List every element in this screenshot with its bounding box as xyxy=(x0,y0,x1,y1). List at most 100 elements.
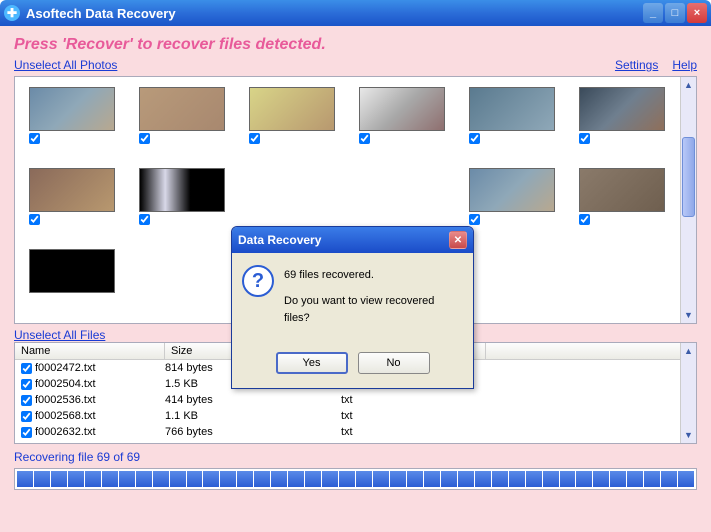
app-icon: ✚ xyxy=(4,5,20,21)
maximize-button[interactable]: □ xyxy=(665,3,685,23)
progress-segment xyxy=(560,471,576,487)
file-name: f0002568.txt xyxy=(35,410,96,422)
scrollbar-thumb[interactable] xyxy=(682,137,695,217)
photo-item[interactable] xyxy=(579,87,665,144)
status-text: Recovering file 69 of 69 xyxy=(14,450,697,464)
photo-checkbox[interactable] xyxy=(359,133,370,144)
file-checkbox[interactable] xyxy=(21,363,32,374)
progress-segment xyxy=(170,471,186,487)
photo-item[interactable] xyxy=(469,87,555,144)
dialog-content: ? 69 files recovered. Do you want to vie… xyxy=(242,265,463,336)
photo-checkbox[interactable] xyxy=(579,214,590,225)
file-checkbox[interactable] xyxy=(21,379,32,390)
photo-item[interactable] xyxy=(469,168,555,225)
progress-bar xyxy=(14,468,697,490)
photo-item[interactable] xyxy=(359,87,445,144)
progress-segment xyxy=(576,471,592,487)
photo-thumbnail xyxy=(29,168,115,212)
file-checkbox[interactable] xyxy=(21,427,32,438)
scroll-up-icon[interactable]: ▲ xyxy=(681,77,696,93)
photo-thumbnail xyxy=(139,87,225,131)
help-link[interactable]: Help xyxy=(672,58,697,72)
progress-segment xyxy=(526,471,542,487)
file-ext: txt xyxy=(341,410,486,422)
topbar: Unselect All Photos Settings Help xyxy=(14,58,697,72)
progress-segment xyxy=(509,471,525,487)
table-row[interactable]: f0002568.txt1.1 KBtxt xyxy=(15,408,696,424)
photo-item[interactable] xyxy=(579,168,665,225)
photo-checkbox[interactable] xyxy=(29,133,40,144)
progress-segment xyxy=(119,471,135,487)
progress-segment xyxy=(288,471,304,487)
progress-segment xyxy=(237,471,253,487)
file-name: f0002632.txt xyxy=(35,426,96,438)
file-name: f0002536.txt xyxy=(35,394,96,406)
column-header-blank xyxy=(486,343,696,359)
photo-thumbnail xyxy=(359,87,445,131)
topbar-right: Settings Help xyxy=(615,58,697,72)
photo-checkbox[interactable] xyxy=(469,133,480,144)
photo-item[interactable] xyxy=(139,168,225,225)
photo-thumbnail xyxy=(579,168,665,212)
photo-checkbox[interactable] xyxy=(249,133,260,144)
unselect-all-files-link[interactable]: Unselect All Files xyxy=(14,328,105,342)
progress-segment xyxy=(34,471,50,487)
progress-segment xyxy=(492,471,508,487)
photo-checkbox[interactable] xyxy=(139,214,150,225)
progress-segment xyxy=(220,471,236,487)
progress-segment xyxy=(322,471,338,487)
window-close-button[interactable]: × xyxy=(687,3,707,23)
scroll-up-icon[interactable]: ▲ xyxy=(681,343,696,359)
photo-checkbox[interactable] xyxy=(579,133,590,144)
progress-segment xyxy=(593,471,609,487)
file-checkbox[interactable] xyxy=(21,411,32,422)
progress-segment xyxy=(610,471,626,487)
progress-segment xyxy=(254,471,270,487)
progress-segment xyxy=(373,471,389,487)
progress-segment xyxy=(644,471,660,487)
photo-thumbnail xyxy=(29,249,115,293)
photo-item[interactable] xyxy=(29,87,115,144)
scroll-down-icon[interactable]: ▼ xyxy=(681,427,696,443)
table-row[interactable]: f0002632.txt766 bytestxt xyxy=(15,424,696,440)
file-size: 414 bytes xyxy=(165,394,341,406)
progress-segment xyxy=(424,471,440,487)
minimize-button[interactable]: _ xyxy=(643,3,663,23)
scroll-down-icon[interactable]: ▼ xyxy=(681,307,696,323)
no-button[interactable]: No xyxy=(358,352,430,374)
recovery-dialog: Data Recovery ✕ ? 69 files recovered. Do… xyxy=(231,226,474,389)
progress-segment xyxy=(458,471,474,487)
photo-thumbnail xyxy=(249,87,335,131)
instruction-text: Press 'Recover' to recover files detecte… xyxy=(14,36,697,54)
dialog-close-button[interactable]: ✕ xyxy=(449,231,467,249)
progress-segment xyxy=(85,471,101,487)
settings-link[interactable]: Settings xyxy=(615,58,658,72)
progress-segment xyxy=(136,471,152,487)
table-row[interactable]: f0002536.txt 414 bytestxt xyxy=(15,392,696,408)
progress-segment xyxy=(305,471,321,487)
photo-thumbnail xyxy=(29,87,115,131)
progress-segment xyxy=(407,471,423,487)
photo-item[interactable] xyxy=(29,168,115,225)
column-header-name[interactable]: Name xyxy=(15,343,165,359)
file-ext: txt xyxy=(341,394,486,406)
progress-segment xyxy=(203,471,219,487)
photo-item[interactable] xyxy=(139,87,225,144)
photo-checkbox[interactable] xyxy=(469,214,480,225)
titlebar: ✚ Asoftech Data Recovery _ □ × xyxy=(0,0,711,26)
photo-thumbnail xyxy=(139,168,225,212)
file-checkbox[interactable] xyxy=(21,395,32,406)
photo-checkbox[interactable] xyxy=(29,214,40,225)
unselect-all-photos-link[interactable]: Unselect All Photos xyxy=(14,58,117,72)
photo-checkbox[interactable] xyxy=(139,133,150,144)
photo-scrollbar[interactable]: ▲ ▼ xyxy=(680,77,696,323)
yes-button[interactable]: Yes xyxy=(276,352,348,374)
file-scrollbar[interactable]: ▲ ▼ xyxy=(680,343,696,443)
photo-thumbnail xyxy=(469,87,555,131)
photo-thumbnail xyxy=(579,87,665,131)
progress-segment xyxy=(356,471,372,487)
progress-segment xyxy=(51,471,67,487)
photo-item[interactable] xyxy=(249,87,335,144)
progress-segment xyxy=(339,471,355,487)
photo-item[interactable] xyxy=(29,249,115,295)
